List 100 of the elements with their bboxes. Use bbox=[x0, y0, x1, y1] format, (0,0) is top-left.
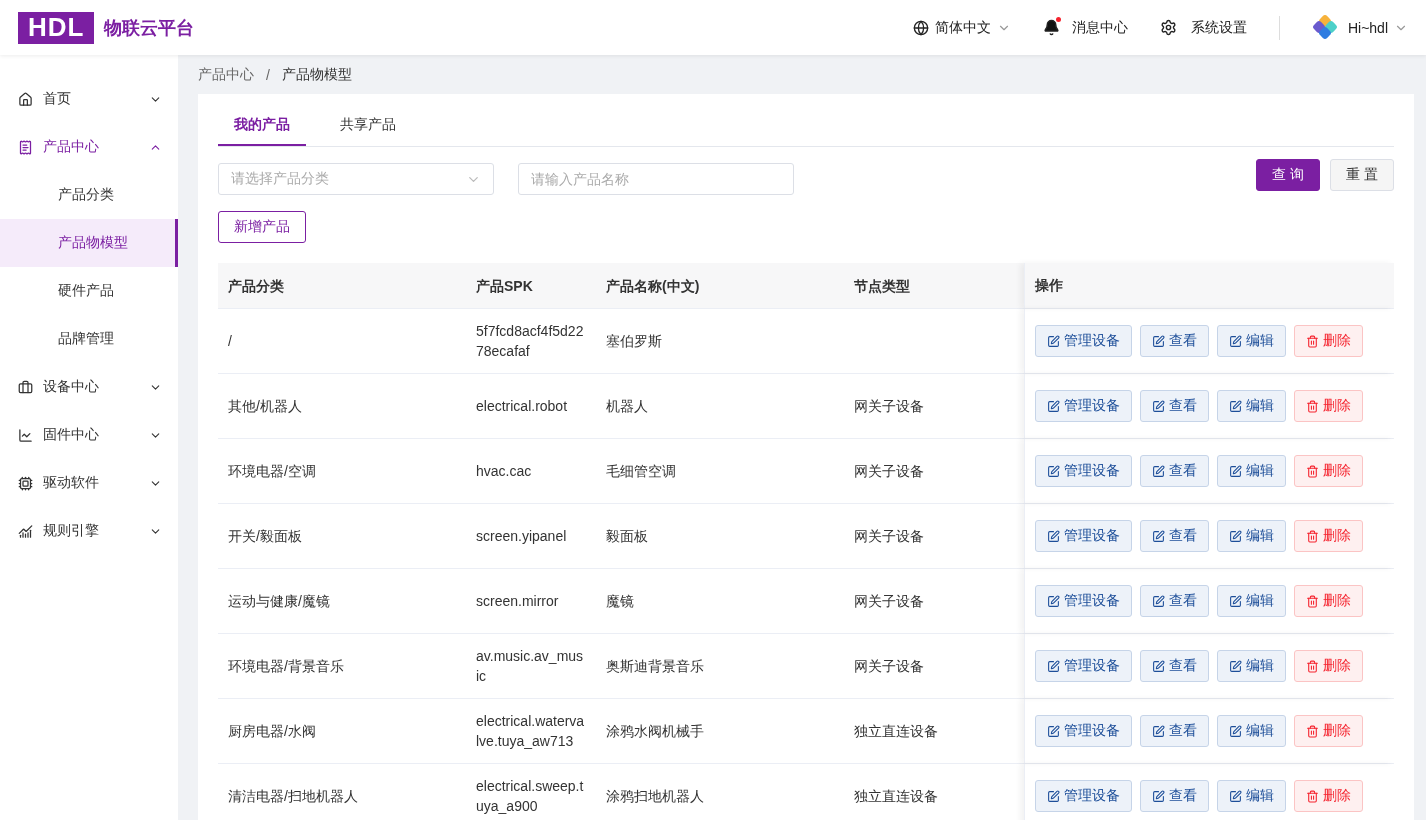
edit-icon bbox=[1152, 464, 1165, 478]
edit-icon bbox=[1229, 659, 1242, 673]
system-settings[interactable]: 系统设置 bbox=[1159, 18, 1247, 37]
tab[interactable]: 共享产品 bbox=[324, 106, 412, 146]
table-cell-text: 独立直连设备 bbox=[853, 722, 939, 741]
query-button[interactable]: 查 询 bbox=[1256, 159, 1321, 191]
delete-button[interactable]: 删除 bbox=[1294, 455, 1363, 487]
user-menu[interactable]: Hi~hdl bbox=[1311, 14, 1408, 41]
table-cell-text: 独立直连设备 bbox=[853, 787, 939, 806]
manage-devices-button[interactable]: 管理设备 bbox=[1035, 715, 1132, 747]
delete-button[interactable]: 删除 bbox=[1294, 585, 1363, 617]
view-button[interactable]: 查看 bbox=[1140, 455, 1209, 487]
product-name-input[interactable]: 请输入产品名称 bbox=[518, 163, 794, 195]
reset-button[interactable]: 重 置 bbox=[1330, 159, 1394, 191]
sidebar-subitem[interactable]: 硬件产品 bbox=[0, 267, 178, 315]
table-cell-text: electrical.robot bbox=[476, 397, 569, 416]
view-button[interactable]: 查看 bbox=[1140, 585, 1209, 617]
message-center[interactable]: 消息中心 bbox=[1042, 18, 1128, 37]
delete-button[interactable]: 删除 bbox=[1294, 390, 1363, 422]
edit-icon bbox=[1229, 724, 1242, 738]
edit-icon bbox=[1229, 529, 1242, 543]
globe-icon bbox=[912, 19, 929, 36]
table-cell-text: electrical.watervalve.tuya_aw713 bbox=[476, 712, 586, 751]
view-button[interactable]: 查看 bbox=[1140, 325, 1209, 357]
sidebar-item[interactable]: 固件中心 bbox=[0, 411, 178, 459]
edit-button[interactable]: 编辑 bbox=[1217, 715, 1286, 747]
column-header: 产品名称(中文) bbox=[605, 276, 701, 296]
tab[interactable]: 我的产品 bbox=[218, 106, 306, 146]
table-cell-text: electrical.sweep.tuya_a900 bbox=[476, 777, 585, 816]
view-button[interactable]: 查看 bbox=[1140, 780, 1209, 812]
logo: HDL bbox=[18, 11, 95, 44]
table-cell-text: 毛细管空调 bbox=[605, 462, 677, 481]
edit-icon bbox=[1047, 789, 1060, 803]
manage-devices-button[interactable]: 管理设备 bbox=[1035, 650, 1132, 682]
user-avatar-icon bbox=[1311, 14, 1338, 41]
delete-button[interactable]: 删除 bbox=[1294, 520, 1363, 552]
settings-icon bbox=[1159, 19, 1177, 36]
sidebar-subitem[interactable]: 产品物模型 bbox=[0, 219, 178, 267]
breadcrumb-separator: / bbox=[266, 66, 270, 83]
table-cell-text: 网关子设备 bbox=[853, 527, 925, 546]
breadcrumb-item[interactable]: 产品中心 bbox=[198, 65, 254, 84]
edit-button[interactable]: 编辑 bbox=[1217, 585, 1286, 617]
edit-button[interactable]: 编辑 bbox=[1217, 390, 1286, 422]
manage-devices-button[interactable]: 管理设备 bbox=[1035, 585, 1132, 617]
edit-icon bbox=[1229, 789, 1242, 803]
edit-icon bbox=[1229, 464, 1242, 478]
delete-button[interactable]: 删除 bbox=[1294, 715, 1363, 747]
edit-icon bbox=[1152, 724, 1165, 738]
edit-icon bbox=[1047, 529, 1060, 543]
edit-button[interactable]: 编辑 bbox=[1217, 455, 1286, 487]
table-cell-text: screen.yipanel bbox=[476, 527, 568, 546]
edit-button[interactable]: 编辑 bbox=[1217, 520, 1286, 552]
table-cell-text: 其他/机器人 bbox=[227, 397, 303, 416]
trash-icon bbox=[1306, 529, 1319, 543]
view-button[interactable]: 查看 bbox=[1140, 650, 1209, 682]
edit-icon bbox=[1047, 464, 1060, 478]
column-header: 产品分类 bbox=[227, 276, 285, 296]
edit-icon bbox=[1152, 594, 1165, 608]
delete-button[interactable]: 删除 bbox=[1294, 780, 1363, 812]
view-button[interactable]: 查看 bbox=[1140, 715, 1209, 747]
trash-icon bbox=[1306, 464, 1319, 478]
table-cell-text: 机器人 bbox=[605, 397, 649, 416]
sidebar-item[interactable]: 产品中心 bbox=[0, 123, 178, 171]
add-product-button[interactable]: 新增产品 bbox=[218, 211, 306, 243]
manage-devices-button[interactable]: 管理设备 bbox=[1035, 325, 1132, 357]
sidebar-item[interactable]: 设备中心 bbox=[0, 363, 178, 411]
manage-devices-button[interactable]: 管理设备 bbox=[1035, 520, 1132, 552]
table-cell-text: 网关子设备 bbox=[853, 657, 925, 676]
edit-button[interactable]: 编辑 bbox=[1217, 325, 1286, 357]
table-cell-text: av.music.av_music bbox=[476, 647, 585, 686]
manage-devices-button[interactable]: 管理设备 bbox=[1035, 455, 1132, 487]
sidebar-subitem[interactable]: 品牌管理 bbox=[0, 315, 178, 363]
edit-icon bbox=[1152, 334, 1165, 348]
view-button[interactable]: 查看 bbox=[1140, 520, 1209, 552]
sidebar-item[interactable]: 驱动软件 bbox=[0, 459, 178, 507]
trash-icon bbox=[1306, 789, 1319, 803]
table-cell-text: 涂鸦扫地机器人 bbox=[605, 787, 705, 806]
edit-button[interactable]: 编辑 bbox=[1217, 650, 1286, 682]
language-selector[interactable]: 简体中文 bbox=[912, 18, 1011, 37]
trash-icon bbox=[1306, 594, 1319, 608]
manage-devices-button[interactable]: 管理设备 bbox=[1035, 390, 1132, 422]
table-cell-text: screen.mirror bbox=[476, 592, 560, 611]
sidebar-subitem[interactable]: 产品分类 bbox=[0, 171, 178, 219]
trash-icon bbox=[1306, 659, 1319, 673]
edit-button[interactable]: 编辑 bbox=[1217, 780, 1286, 812]
table-cell-text: 毅面板 bbox=[605, 527, 649, 546]
delete-button[interactable]: 删除 bbox=[1294, 650, 1363, 682]
manage-devices-button[interactable]: 管理设备 bbox=[1035, 780, 1132, 812]
table-cell-text: 涂鸦水阀机械手 bbox=[605, 722, 705, 741]
delete-button[interactable]: 删除 bbox=[1294, 325, 1363, 357]
breadcrumb-item: 产品物模型 bbox=[281, 65, 352, 84]
view-button[interactable]: 查看 bbox=[1140, 390, 1209, 422]
sidebar-item[interactable]: 首页 bbox=[0, 75, 178, 123]
table-cell-text: 运动与健康/魔镜 bbox=[227, 592, 331, 611]
edit-icon bbox=[1047, 594, 1060, 608]
edit-icon bbox=[1152, 789, 1165, 803]
table-cell-text: 厨房电器/水阀 bbox=[227, 722, 317, 741]
platform-title: 物联云平台 bbox=[104, 16, 195, 40]
edit-icon bbox=[1047, 399, 1060, 413]
sidebar-item[interactable]: 规则引擎 bbox=[0, 507, 178, 555]
